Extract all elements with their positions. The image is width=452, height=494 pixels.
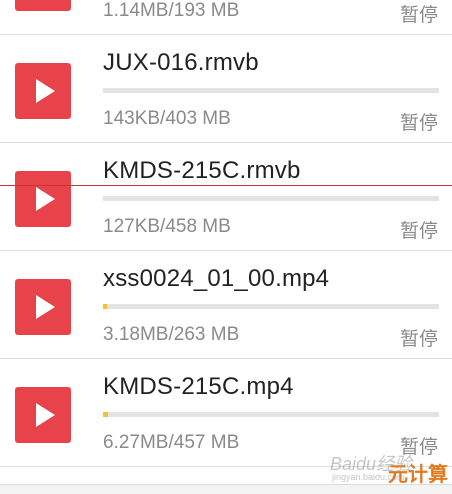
play-icon <box>36 403 55 427</box>
list-item[interactable]: xss0024_01_00.mp4 3.18MB/263 MB 暂停 <box>0 251 452 359</box>
play-icon <box>15 0 71 11</box>
file-name: KMDS-215C.mp4 <box>103 373 294 400</box>
play-icon <box>36 187 55 211</box>
progress-bar <box>103 412 439 417</box>
play-icon <box>36 79 55 103</box>
pause-button[interactable]: 暂停 <box>400 324 438 351</box>
file-name: KMDS-215C.rmvb <box>103 157 301 184</box>
progress-fill <box>103 304 107 309</box>
play-button[interactable] <box>15 171 71 227</box>
progress-bar <box>103 304 439 309</box>
list-item[interactable]: 1.14MB/193 MB 暂停 <box>0 0 452 35</box>
pause-button[interactable]: 暂停 <box>400 108 438 135</box>
file-name: xss0024_01_00.mp4 <box>103 265 330 292</box>
play-button[interactable] <box>15 63 71 119</box>
file-size: 143KB/403 MB <box>103 108 231 129</box>
annotation-line <box>0 185 452 186</box>
list-item[interactable]: JUX-016.rmvb 143KB/403 MB 暂停 <box>0 35 452 143</box>
watermark-badge: 元计算 <box>388 464 448 486</box>
progress-fill <box>103 412 108 417</box>
pause-button[interactable]: 暂停 <box>400 216 438 243</box>
pause-button[interactable]: 暂停 <box>400 0 438 27</box>
play-button[interactable] <box>15 0 71 11</box>
file-size: 6.27MB/457 MB <box>103 432 240 453</box>
file-size: 3.18MB/263 MB <box>103 324 240 345</box>
progress-bar <box>103 196 439 201</box>
download-list: 1.14MB/193 MB 暂停 JUX-016.rmvb 143KB/403 … <box>0 0 452 493</box>
play-button[interactable] <box>15 387 71 443</box>
file-size: 1.14MB/193 MB <box>103 0 240 21</box>
watermark: Baidu经验 jingyan.baidu.com 元计算 <box>328 448 448 492</box>
progress-bar <box>103 88 439 93</box>
file-size: 127KB/458 MB <box>103 216 231 237</box>
list-item[interactable]: KMDS-215C.rmvb 127KB/458 MB 暂停 <box>0 143 452 251</box>
play-icon <box>36 295 55 319</box>
file-name: JUX-016.rmvb <box>103 49 259 76</box>
play-button[interactable] <box>15 279 71 335</box>
